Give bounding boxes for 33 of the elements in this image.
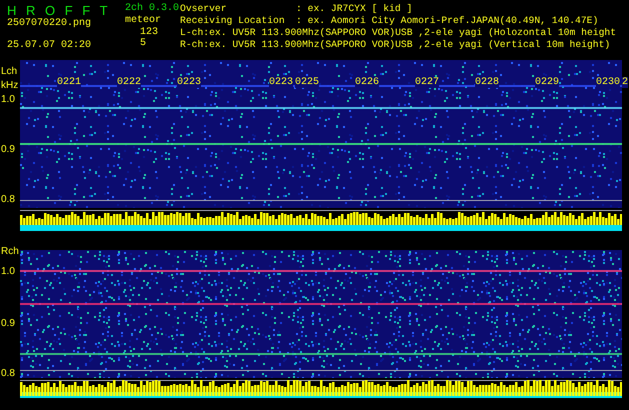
count-value: 123 <box>139 27 160 38</box>
info-value: : ex. Aomori City Aomori-Pref.JAPAN(40.49N, 140.47E) <box>296 15 598 27</box>
count-value: 5 <box>139 38 148 49</box>
info-label: R-ch:ex. UV5R 113.900Mhz(SAPPORO VOR)USB ,2-ele yagi (Vertical 10m height) <box>180 39 610 51</box>
channel-label: Lch <box>1 66 18 78</box>
info-label: Receiving Location <box>180 15 286 27</box>
time-label: 0225 <box>295 77 320 88</box>
time-label: 0226 <box>355 77 380 88</box>
unit-label: kHz <box>1 80 18 92</box>
info-value: : ex. JR7CYX [ kid ] <box>296 3 412 15</box>
time-label: 0222 <box>117 77 142 88</box>
axis-tick-label: 0.9 <box>1 144 15 156</box>
time-label: 0227 <box>415 77 440 88</box>
channel-label: Rch <box>1 246 19 258</box>
mode-label: meteor <box>125 15 162 27</box>
time-label: 0228 <box>475 77 500 88</box>
time-label: 2 <box>622 77 628 88</box>
time-label: 0223 <box>269 77 294 88</box>
axis-tick-label: 0.8 <box>1 368 15 380</box>
info-label: Ovserver <box>180 3 228 15</box>
axis-tick-label: 1.0 <box>1 94 15 106</box>
time-label: 0229 <box>535 77 560 88</box>
axis-tick-label: 1.0 <box>1 266 15 278</box>
timestamp: 25.07.07 02:20 <box>7 40 92 52</box>
time-label: 0230 <box>596 77 620 88</box>
file-name: 2507070220.png <box>7 18 92 30</box>
time-label: 0221 <box>57 77 82 88</box>
time-label: 0223 <box>177 77 202 88</box>
axis-tick-label: 0.9 <box>1 318 15 330</box>
app-title: H R O F F T <box>7 3 111 18</box>
version-label: 2ch 0.3.0 <box>125 3 180 15</box>
info-label: L-ch:ex. UV5R 113.900Mhz(SAPPORO VOR)USB ,2-ele yagi (Holozontal 10m height <box>180 27 616 39</box>
axis-tick-label: 0.8 <box>1 194 15 206</box>
